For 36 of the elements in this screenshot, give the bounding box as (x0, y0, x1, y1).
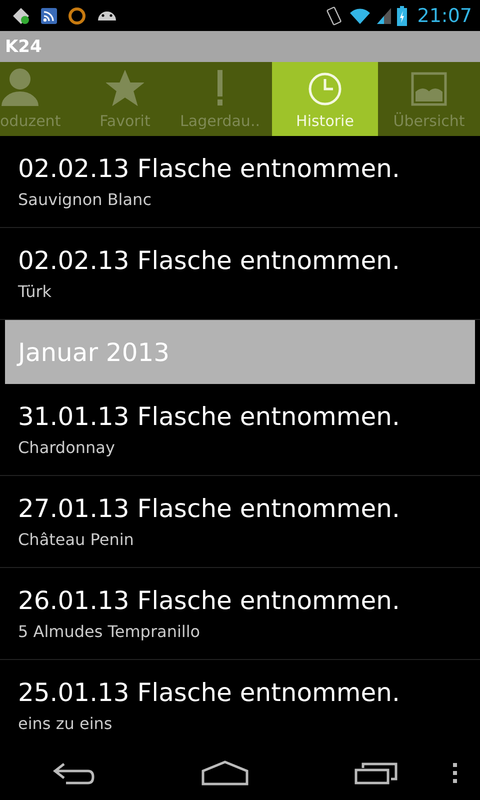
rss-feed-icon (40, 6, 58, 24)
clock-icon (308, 72, 342, 106)
battery-icon (397, 6, 408, 26)
image-icon (411, 72, 447, 106)
entry-subtitle: Château Penin (18, 530, 135, 549)
entry-title: 26.01.13 Flasche entnommen. (18, 585, 401, 617)
entry-subtitle: Sauvignon Blanc (18, 190, 152, 209)
entry-title: 27.01.13 Flasche entnommen. (18, 493, 401, 525)
tab[interactable]: oduzent (0, 62, 82, 136)
app-notification-icon (12, 6, 30, 24)
sun-ring-icon (68, 6, 86, 24)
entry-subtitle: eins zu eins (18, 714, 114, 733)
menu-icon[interactable] (452, 762, 458, 784)
wifi-icon (349, 6, 372, 24)
star-icon (106, 70, 144, 106)
tab[interactable]: Historie (272, 62, 378, 136)
entry-title: 02.02.13 Flasche entnommen. (18, 245, 401, 277)
section-header: Januar 2013 (5, 320, 475, 384)
app-title: K24 (5, 36, 42, 56)
entry-subtitle: Türk (18, 282, 53, 301)
recent-apps-icon[interactable] (354, 760, 398, 784)
signal-icon (377, 8, 392, 24)
entry-title: 31.01.13 Flasche entnommen. (18, 401, 401, 433)
entry-subtitle: Chardonnay (18, 438, 116, 457)
home-icon[interactable] (200, 760, 249, 786)
person-icon (0, 66, 40, 106)
android-icon (96, 10, 118, 20)
tab[interactable]: Übersicht (378, 62, 480, 136)
entry-title: 25.01.13 Flasche entnommen. (18, 677, 401, 709)
tab[interactable]: Lagerdau.. (168, 62, 272, 136)
exclamation-icon (216, 70, 224, 106)
entry-subtitle: 5 Almudes Tempranillo (18, 622, 202, 641)
tab[interactable]: Favorit (82, 62, 168, 136)
phone-rotate-icon (325, 6, 344, 26)
status-time: 21:07 (417, 4, 472, 26)
entry-title: 02.02.13 Flasche entnommen. (18, 153, 401, 185)
